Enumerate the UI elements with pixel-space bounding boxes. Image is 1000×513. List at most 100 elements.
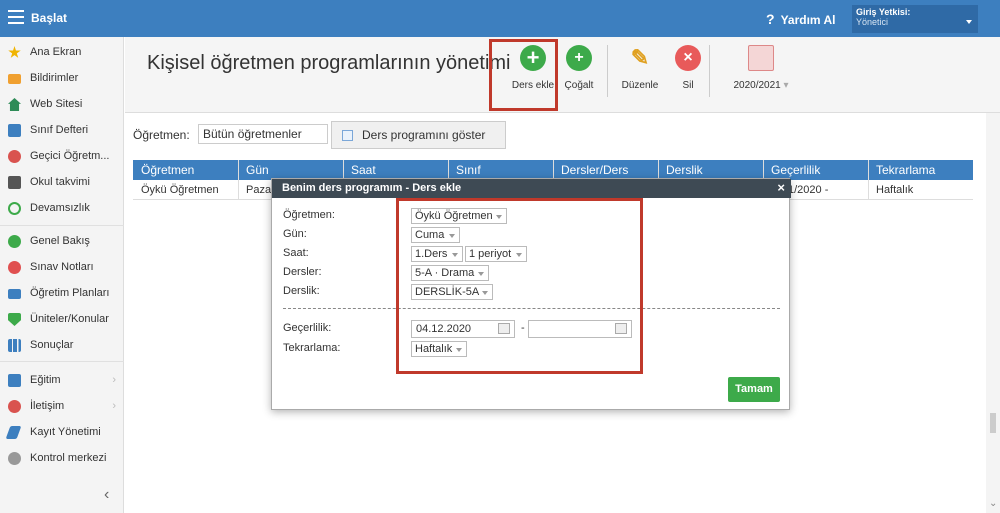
caret-down-icon	[966, 20, 972, 24]
sidebar-item-ogretim-planlari[interactable]: Öğretim Planları	[0, 283, 124, 305]
column-header[interactable]: Geçerlilik	[771, 163, 820, 177]
day-label: Gün:	[283, 228, 307, 240]
sidebar-item-kayit-yonetimi[interactable]: Kayıt Yönetimi	[0, 422, 124, 444]
scroll-down-icon[interactable]: ⌄	[989, 498, 997, 509]
duplicate-icon: +	[566, 45, 592, 71]
bar-chart-icon	[8, 339, 21, 352]
sidebar-item-okul-takvimi[interactable]: Okul takvimi	[0, 172, 124, 194]
column-header[interactable]: Dersler/Ders	[561, 163, 628, 177]
chat-icon	[8, 400, 21, 413]
page-header: Kişisel öğretmen programlarının yönetimi…	[125, 37, 1000, 113]
page-title: Kişisel öğretmen programlarının yönetimi	[147, 52, 511, 74]
help-button[interactable]: ? Yardım Al	[766, 11, 835, 27]
sidebar-item-label: Sınav Notları	[30, 261, 94, 273]
sidebar-item-bildirimler[interactable]: Bildirimler	[0, 68, 124, 90]
login-role-select[interactable]: Giriş Yetkisi: Yönetici	[852, 5, 978, 33]
hamburger-menu-icon[interactable]	[8, 10, 24, 24]
duplicate-button[interactable]: + Çoğalt	[562, 45, 596, 91]
close-icon: ×	[675, 45, 701, 71]
sidebar-item-label: Ana Ekran	[30, 46, 82, 58]
page-scrollbar[interactable]: ⌄	[986, 113, 1000, 513]
check-circle-icon	[8, 235, 21, 248]
grade-icon	[8, 261, 21, 274]
gear-icon	[8, 452, 21, 465]
login-role: Yönetici	[856, 17, 889, 27]
close-icon[interactable]: ×	[777, 180, 785, 195]
app-title[interactable]: Başlat	[31, 11, 67, 25]
cell-validity: 1/2020 -	[788, 184, 829, 196]
teacher-filter-value: Bütün öğretmenler	[203, 127, 302, 141]
column-header[interactable]: Saat	[351, 163, 376, 177]
person-icon	[8, 150, 21, 163]
collapse-sidebar-icon[interactable]: ‹	[104, 486, 109, 504]
school-year-select[interactable]: 2020/2021 ▾	[728, 45, 794, 91]
grid-icon	[342, 130, 353, 141]
repeat-label: Tekrarlama:	[283, 342, 341, 354]
sidebar-item-kontrol-merkezi[interactable]: Kontrol merkezi	[0, 448, 124, 470]
column-header[interactable]: Gün	[246, 163, 269, 177]
dialog-header: Benim ders programım - Ders ekle ×	[272, 179, 791, 198]
sidebar-item-sinav-notlari[interactable]: Sınav Notları	[0, 257, 124, 279]
room-label: Derslik:	[283, 285, 320, 297]
column-header[interactable]: Derslik	[666, 163, 703, 177]
cell-teacher: Öykü Öğretmen	[141, 184, 219, 196]
user-outline-icon	[8, 202, 21, 215]
lessons-label: Dersler:	[283, 266, 322, 278]
sidebar-item-label: Üniteler/Konular	[30, 313, 109, 325]
column-header[interactable]: Sınıf	[456, 163, 481, 177]
notebook-icon	[8, 124, 21, 137]
highlight-box	[396, 198, 643, 374]
teacher-filter-select[interactable]: Bütün öğretmenler	[198, 124, 328, 144]
show-schedule-button[interactable]: Ders programını göster	[331, 121, 506, 149]
sidebar-item-label: Eğitim	[30, 374, 61, 386]
sidebar-item-web-sitesi[interactable]: Web Sitesi	[0, 94, 124, 116]
sidebar-item-label: Sınıf Defteri	[30, 124, 89, 136]
chevron-right-icon: ›	[112, 374, 116, 386]
briefcase-icon	[8, 289, 21, 299]
edit-button[interactable]: ✎ Düzenle	[619, 45, 661, 91]
sidebar-item-label: Kayıt Yönetimi	[30, 426, 101, 438]
sidebar-item-label: İletişim	[30, 400, 65, 412]
scrollbar-thumb[interactable]	[990, 413, 996, 433]
sidebar-item-label: Geçici Öğretm...	[30, 150, 110, 162]
sidebar-item-egitim[interactable]: Eğitim ›	[0, 370, 124, 392]
pencil-icon	[5, 426, 22, 439]
sidebar-item-sonuclar[interactable]: Sonuçlar	[0, 335, 124, 357]
school-year-label: 2020/2021 ▾	[728, 80, 794, 91]
cell-repeat: Haftalık	[876, 184, 914, 196]
column-header[interactable]: Tekrarlama	[876, 163, 935, 177]
sidebar-item-sinif-defteri[interactable]: Sınıf Defteri	[0, 120, 124, 142]
top-bar: Başlat ? Yardım Al Giriş Yetkisi: Yönetic…	[0, 0, 1000, 37]
column-divider	[238, 160, 239, 200]
delete-button[interactable]: × Sil	[673, 45, 703, 91]
sidebar-item-genel-bakis[interactable]: Genel Bakış	[0, 231, 124, 253]
edit-label: Düzenle	[621, 80, 659, 91]
column-divider	[868, 160, 869, 200]
toolbar-divider	[607, 45, 608, 97]
highlight-box	[489, 39, 558, 111]
envelope-icon	[8, 74, 21, 84]
duplicate-label: Çoğalt	[564, 80, 594, 91]
toolbar-divider	[709, 45, 710, 97]
sidebar-item-devamsizlik[interactable]: Devamsızlık	[0, 198, 124, 220]
ok-button[interactable]: Tamam	[728, 377, 780, 402]
sidebar: Ana Ekran Bildirimler Web Sitesi Sınıf D…	[0, 37, 124, 513]
school-year-value: 2020/2021	[733, 80, 781, 91]
cell-day: Paza	[246, 184, 272, 196]
shield-icon	[8, 313, 21, 326]
hour-label: Saat:	[283, 247, 309, 259]
sidebar-item-label: Bildirimler	[30, 72, 79, 84]
column-header[interactable]: Öğretmen	[141, 163, 194, 177]
sidebar-divider	[0, 361, 124, 362]
sidebar-item-label: Devamsızlık	[30, 202, 90, 214]
calendar-icon	[748, 45, 774, 71]
sidebar-item-uniteler-konular[interactable]: Üniteler/Konular	[0, 309, 124, 331]
chevron-right-icon: ›	[112, 400, 116, 412]
sidebar-item-iletisim[interactable]: İletişim ›	[0, 396, 124, 418]
calendar-icon	[8, 176, 21, 189]
star-icon	[8, 46, 21, 58]
sidebar-item-label: Sonuçlar	[30, 339, 74, 351]
school-icon	[8, 374, 21, 387]
sidebar-item-ana-ekran[interactable]: Ana Ekran	[0, 42, 124, 64]
sidebar-item-gecici-ogretmen[interactable]: Geçici Öğretm...	[0, 146, 124, 168]
